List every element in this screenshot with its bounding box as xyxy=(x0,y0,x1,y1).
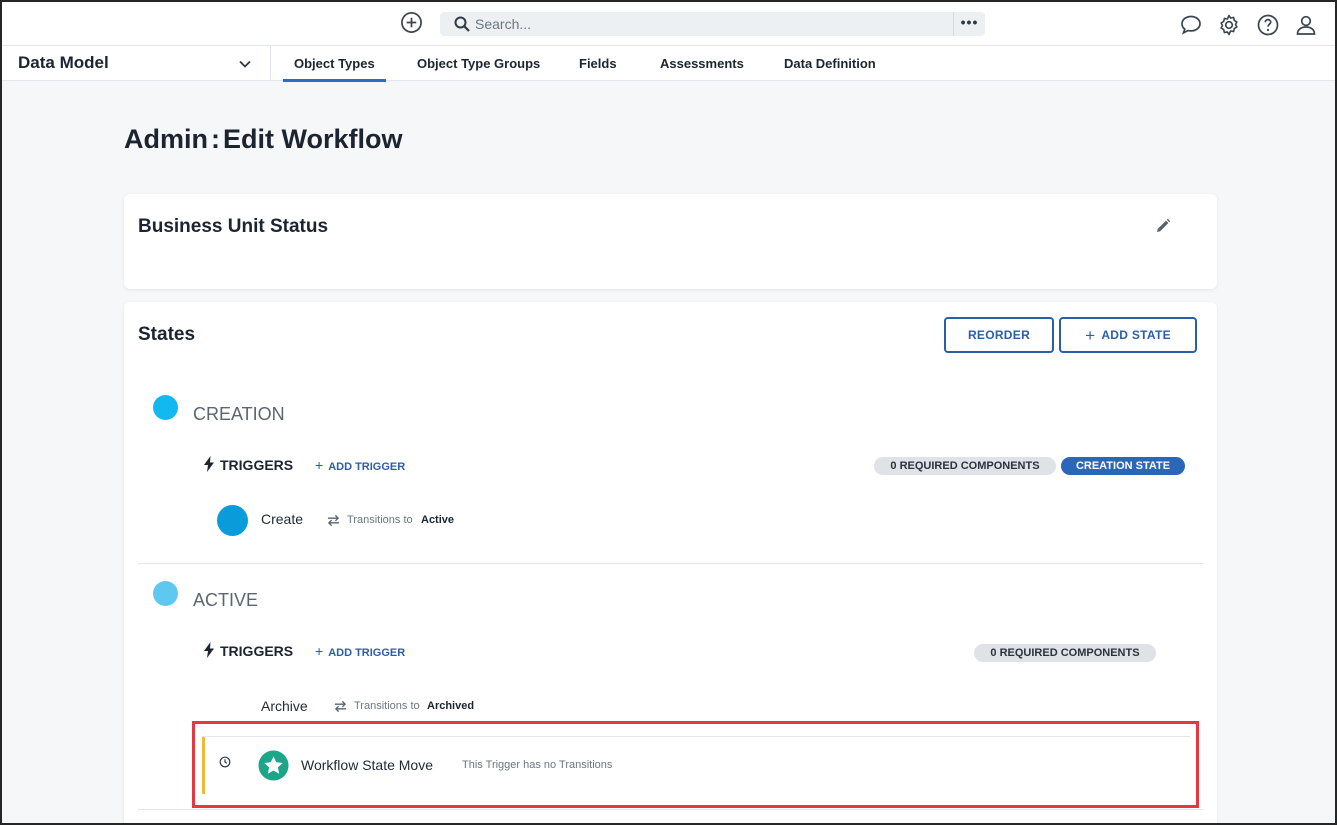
add-circle-icon[interactable] xyxy=(400,11,423,34)
tab-object-types[interactable]: Object Types xyxy=(283,56,386,82)
nav-divider xyxy=(270,46,271,81)
state-divider xyxy=(138,809,1203,810)
reorder-button[interactable]: REORDER xyxy=(944,317,1054,353)
trigger-name-create[interactable]: Create xyxy=(261,511,303,527)
trigger-name-archive[interactable]: Archive xyxy=(261,698,308,714)
highlight-box xyxy=(192,721,1199,808)
tab-data-definition[interactable]: Data Definition xyxy=(784,56,876,81)
search-options-button[interactable]: ••• xyxy=(953,12,985,36)
trigger-dot xyxy=(217,505,248,536)
bolt-icon xyxy=(204,642,214,658)
tab-fields[interactable]: Fields xyxy=(579,56,617,81)
required-components-badge: 0 REQUIRED COMPONENTS xyxy=(974,644,1156,662)
required-components-badge: 0 REQUIRED COMPONENTS xyxy=(874,457,1056,475)
states-title: States xyxy=(138,324,196,345)
plus-icon: + xyxy=(315,457,324,473)
bolt-icon xyxy=(204,456,214,472)
plus-icon: + xyxy=(315,643,324,659)
reorder-button-label: REORDER xyxy=(967,328,1031,342)
nav-bar: Data Model Object Types Object Type Grou… xyxy=(2,46,1335,82)
transition-icon xyxy=(334,700,347,713)
gear-icon[interactable] xyxy=(1217,13,1241,37)
top-bar: Search... ••• xyxy=(2,2,1335,46)
add-trigger-button[interactable]: + ADD TRIGGER xyxy=(315,643,405,659)
tab-assessments[interactable]: Assessments xyxy=(660,56,744,81)
transition-target: Active xyxy=(421,514,455,526)
search-icon xyxy=(454,16,470,32)
add-trigger-label: ADD TRIGGER xyxy=(328,647,406,659)
transition-target: Archived xyxy=(427,700,475,712)
user-icon[interactable] xyxy=(1294,13,1318,37)
triggers-label: TRIGGERS xyxy=(220,457,294,473)
app-window: Search... ••• Data Model Object Types Ob… xyxy=(0,0,1337,825)
state-name-creation[interactable]: CREATION xyxy=(193,404,285,425)
add-trigger-label: ADD TRIGGER xyxy=(328,461,406,473)
transition-icon xyxy=(327,514,340,527)
page-title: Admin: Edit Workflow xyxy=(124,124,403,154)
creation-state-badge: CREATION STATE xyxy=(1061,457,1185,475)
chevron-down-icon[interactable] xyxy=(238,57,252,71)
search-input[interactable]: Search... xyxy=(475,16,531,32)
add-trigger-button[interactable]: + ADD TRIGGER xyxy=(315,457,405,473)
page-title-name: Edit Workflow xyxy=(223,124,403,154)
workflow-card xyxy=(124,194,1217,289)
add-state-button[interactable]: + ADD STATE xyxy=(1059,317,1197,353)
module-selector[interactable]: Data Model xyxy=(18,53,109,73)
help-icon[interactable] xyxy=(1256,13,1280,37)
state-name-active[interactable]: ACTIVE xyxy=(193,590,258,611)
workflow-name: Business Unit Status xyxy=(138,216,329,237)
add-state-button-label: ADD STATE xyxy=(1101,328,1171,342)
triggers-label: TRIGGERS xyxy=(220,643,294,659)
search-box[interactable]: Search... ••• xyxy=(440,12,985,36)
chat-icon[interactable] xyxy=(1179,13,1203,37)
tab-object-type-groups[interactable]: Object Type Groups xyxy=(417,56,540,81)
state-color-dot xyxy=(153,395,178,420)
transition-label: Transitions to xyxy=(347,514,413,526)
pencil-icon[interactable] xyxy=(1155,218,1171,234)
plus-icon: + xyxy=(1085,325,1096,345)
transition-label: Transitions to xyxy=(354,700,420,712)
page-title-section: Admin xyxy=(124,124,208,154)
state-color-dot xyxy=(153,581,178,606)
state-divider xyxy=(138,563,1203,564)
